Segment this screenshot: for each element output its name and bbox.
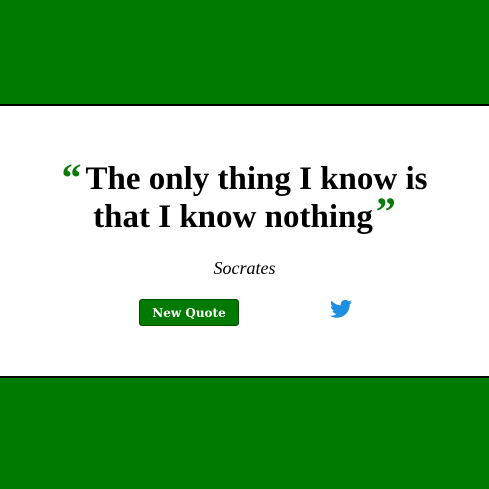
quote-author: Socrates	[213, 258, 276, 278]
new-quote-button[interactable]: New Quote	[139, 299, 239, 326]
quote-card: “The only thing I know is that I know no…	[0, 104, 489, 378]
open-quote-icon: “	[61, 155, 82, 200]
quote-text: “The only thing I know is that I know no…	[0, 158, 489, 236]
twitter-icon-svg	[330, 299, 352, 318]
close-quote-icon: ”	[375, 189, 396, 234]
quote-line-2: that I know nothing	[93, 199, 373, 235]
twitter-bird-icon[interactable]	[330, 299, 352, 319]
